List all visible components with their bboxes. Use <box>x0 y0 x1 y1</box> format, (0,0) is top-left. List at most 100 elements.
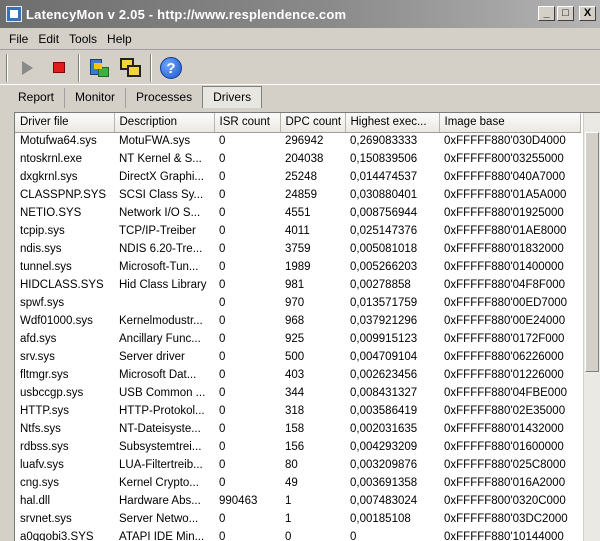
table-row[interactable]: Ntfs.sys NT-Dateisyste... 0 158 0,002031635 0… <box>15 420 580 438</box>
tab-processes[interactable]: Processes <box>125 88 202 108</box>
table-row[interactable]: hal.dll Hardware Abs... 990463 1 0,007483024… <box>15 492 580 510</box>
image-base-cell: 0xFFFFF880'03DC2000 <box>444 513 568 525</box>
driver-file-cell: srv.sys <box>20 351 55 363</box>
highest-execution-cell: 0,004709104 <box>350 351 418 363</box>
help-button[interactable]: ? <box>156 53 186 83</box>
tab-monitor[interactable]: Monitor <box>64 88 125 108</box>
table-row[interactable]: dxgkrnl.sys DirectX Graphi... 0 25248 0,0144… <box>15 168 580 186</box>
description-cell: Network I/O S... <box>119 207 201 219</box>
start-icon <box>21 60 33 75</box>
table-row[interactable]: HIDCLASS.SYS Hid Class Library 0 981 0,00278… <box>15 276 580 294</box>
table-row[interactable]: CLASSPNP.SYS SCSI Class Sy... 0 24859 0,0308… <box>15 186 580 204</box>
image-base-cell: 0xFFFFF880'02E35000 <box>444 405 566 417</box>
dpc-count-cell: 80 <box>285 459 298 471</box>
table-row[interactable]: ndis.sys NDIS 6.20-Tre... 0 3759 0,005081018… <box>15 240 580 258</box>
dpc-count-cell: 24859 <box>285 189 317 201</box>
driver-file-cell: ntoskrnl.exe <box>20 153 83 165</box>
tab-bar: Report Monitor Processes Drivers <box>0 86 600 108</box>
table-row[interactable]: srvnet.sys Server Netwo... 0 1 0,00185108 0xF… <box>15 510 580 528</box>
toolbar: ? <box>0 51 600 85</box>
column-header-image-base[interactable]: Image base <box>439 113 581 133</box>
dpc-count-cell: 500 <box>285 351 305 363</box>
app-icon <box>6 6 22 22</box>
driver-file-cell: dxgkrnl.sys <box>20 171 78 183</box>
highest-execution-cell: 0,003691358 <box>350 477 418 489</box>
table-row[interactable]: spwf.sys 0 970 0,013571759 0xFFFFF880'00ED70… <box>15 294 580 312</box>
isr-count-cell: 0 <box>219 189 226 201</box>
table-row[interactable]: HTTP.sys HTTP-Protokol... 0 318 0,003586419 0… <box>15 402 580 420</box>
highest-execution-cell: 0,002031635 <box>350 423 418 435</box>
menu-bar: File Edit Tools Help <box>0 28 600 50</box>
dpc-count-cell: 970 <box>285 297 305 309</box>
menu-tools[interactable]: Tools <box>66 32 104 46</box>
image-base-cell: 0xFFFFF880'04F8F000 <box>444 279 566 291</box>
minimize-button[interactable]: _ <box>538 6 555 21</box>
highest-execution-cell: 0,009915123 <box>350 333 418 345</box>
tab-report[interactable]: Report <box>8 88 64 108</box>
maximize-button[interactable]: □ <box>557 6 574 21</box>
vertical-scrollbar[interactable] <box>583 113 600 541</box>
description-cell: Server driver <box>119 351 185 363</box>
dpc-count-cell: 156 <box>285 441 305 453</box>
dpc-count-cell: 25248 <box>285 171 317 183</box>
dpc-count-cell: 296942 <box>285 135 324 148</box>
table-row[interactable]: cng.sys Kernel Crypto... 0 49 0,003691358 0xF… <box>15 474 580 492</box>
table-row[interactable]: fltmgr.sys Microsoft Dat... 0 403 0,00262345… <box>15 366 580 384</box>
close-button[interactable]: X <box>579 6 596 21</box>
table-row[interactable]: luafv.sys LUA-Filtertreib... 0 80 0,00320987… <box>15 456 580 474</box>
dpc-count-cell: 4011 <box>285 225 310 237</box>
driver-file-cell: tcpip.sys <box>20 225 65 237</box>
isr-count-cell: 0 <box>219 207 226 219</box>
menu-file[interactable]: File <box>6 32 35 46</box>
table-row[interactable]: afd.sys Ancillary Func... 0 925 0,009915123 0… <box>15 330 580 348</box>
isr-count-cell: 0 <box>219 459 226 471</box>
table-row[interactable]: a0qqobi3.SYS ATAPI IDE Min... 0 0 0 0xFFFFF88… <box>15 528 580 541</box>
table-row[interactable]: ntoskrnl.exe NT Kernel & S... 0 204038 0,150… <box>15 150 580 168</box>
title-bar[interactable]: LatencyMon v 2.05 - http://www.resplende… <box>0 0 600 28</box>
dpc-count-cell: 49 <box>285 477 298 489</box>
highest-execution-cell: 0,003586419 <box>350 405 418 417</box>
column-header-description[interactable]: Description <box>114 113 215 133</box>
table-row[interactable]: srv.sys Server driver 0 500 0,004709104 0xFFF… <box>15 348 580 366</box>
menu-help[interactable]: Help <box>104 32 139 46</box>
dpc-count-cell: 4551 <box>285 207 311 219</box>
highest-execution-cell: 0,004293209 <box>350 441 418 453</box>
windows-button[interactable] <box>116 53 146 83</box>
column-header-dpc-count[interactable]: DPC count <box>280 113 346 133</box>
highest-execution-cell: 0,030880401 <box>350 189 418 201</box>
column-header-highest-execution[interactable]: Highest exec... <box>345 113 440 133</box>
table-row[interactable]: NETIO.SYS Network I/O S... 0 4551 0,00875694… <box>15 204 580 222</box>
dpc-count-cell: 981 <box>285 279 305 291</box>
tab-drivers[interactable]: Drivers <box>202 86 263 108</box>
table-row[interactable]: Wdf01000.sys Kernelmodustr... 0 968 0,037921… <box>15 312 580 330</box>
image-base-cell: 0xFFFFF880'00E24000 <box>444 315 566 327</box>
isr-count-cell: 0 <box>219 297 226 309</box>
scrollbar-thumb[interactable] <box>585 132 599 372</box>
cpu-button[interactable] <box>84 53 114 83</box>
drivers-table: Driver file Description ISR count DPC co… <box>15 113 581 541</box>
description-cell: DirectX Graphi... <box>119 171 204 183</box>
menu-edit[interactable]: Edit <box>35 32 66 46</box>
image-base-cell: 0xFFFFF880'04FBE000 <box>444 387 567 399</box>
description-cell: Server Netwo... <box>119 513 199 525</box>
table-row[interactable]: tcpip.sys TCP/IP-Treiber 0 4011 0,025147376 0… <box>15 222 580 240</box>
stop-button[interactable] <box>44 53 74 83</box>
window-title: LatencyMon v 2.05 - http://www.resplende… <box>26 6 347 22</box>
image-base-cell: 0xFFFFF880'01432000 <box>444 423 564 435</box>
image-base-cell: 0xFFFFF880'01A5A000 <box>444 189 567 201</box>
description-cell: MotuFWA.sys <box>119 135 191 148</box>
table-row[interactable]: usbccgp.sys USB Common ... 0 344 0,008431327… <box>15 384 580 402</box>
driver-file-cell: spwf.sys <box>20 297 65 309</box>
table-row[interactable]: rdbss.sys Subsystemtrei... 0 156 0,004293209… <box>15 438 580 456</box>
start-button[interactable] <box>12 53 42 83</box>
highest-execution-cell: 0,014474537 <box>350 171 418 183</box>
windows-icon <box>120 57 142 78</box>
isr-count-cell: 0 <box>219 531 226 541</box>
table-row[interactable]: tunnel.sys Microsoft-Tun... 0 1989 0,0052662… <box>15 258 580 276</box>
column-header-driver-file[interactable]: Driver file <box>15 113 115 133</box>
drivers-list[interactable]: Driver file Description ISR count DPC co… <box>14 112 600 541</box>
highest-execution-cell: 0,005081018 <box>350 243 418 255</box>
column-header-isr-count[interactable]: ISR count <box>214 113 281 133</box>
dpc-count-cell: 204038 <box>285 153 324 165</box>
table-row[interactable]: Motufwa64.sys MotuFWA.sys 0 296942 0,2690833… <box>15 132 580 150</box>
